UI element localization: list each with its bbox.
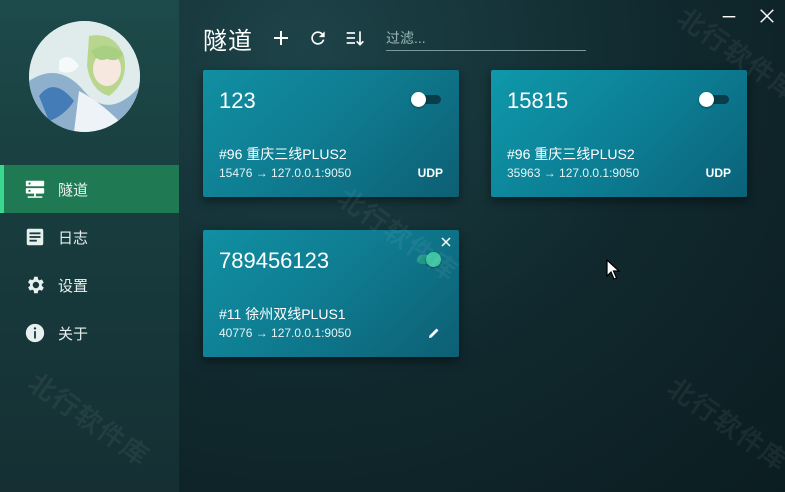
tunnel-card[interactable]: 15815 #96 重庆三线PLUS2 35963 → 127.0.0.1:90… (491, 70, 747, 197)
sidebar-item-label: 设置 (58, 277, 89, 295)
tunnel-server: #96 重庆三线PLUS2 (219, 146, 347, 162)
sidebar-nav: 隧道 日志 设置 关于 (0, 165, 179, 357)
toggle-knob (699, 92, 714, 107)
close-window-button[interactable] (757, 6, 777, 26)
page-title: 隧道 (203, 27, 253, 55)
sidebar-item-about[interactable]: 关于 (0, 309, 179, 357)
tunnel-card[interactable]: 123 #96 重庆三线PLUS2 15476 → 127.0.0.1:9050… (203, 70, 459, 197)
tunnel-route: 35963 → 127.0.0.1:9050 (507, 166, 640, 180)
refresh-button[interactable] (304, 24, 332, 52)
sort-button[interactable] (341, 24, 369, 52)
tunnel-protocol: UDP (705, 166, 731, 180)
tunnel-toggle[interactable] (411, 252, 441, 267)
tunnel-route: 40776 → 127.0.0.1:9050 (219, 326, 352, 340)
toggle-knob (426, 252, 441, 267)
minimize-button[interactable] (719, 6, 739, 26)
delete-tunnel-button[interactable] (439, 235, 453, 249)
sidebar-item-logs[interactable]: 日志 (0, 213, 179, 261)
plus-icon (274, 31, 288, 45)
pencil-icon (429, 328, 439, 338)
tunnel-name: 123 (219, 88, 256, 113)
sidebar-item-label: 隧道 (58, 181, 89, 199)
minimize-icon (722, 16, 736, 18)
tunnel-name: 15815 (507, 88, 569, 113)
sort-icon (346, 31, 364, 46)
tunnel-card[interactable]: 789456123 #11 徐州双线PLUS1 40776 → 127.0.0.… (203, 230, 459, 357)
gear-icon (24, 274, 46, 296)
app-window: 隧道 日志 设置 关于 北行软件库 隧道 过滤... 123 #96 重庆三线P… (0, 0, 785, 492)
watermark: 北行软件库 (23, 367, 156, 473)
tunnel-name: 789456123 (219, 248, 330, 273)
avatar-image (29, 21, 140, 132)
tunnel-server: #11 徐州双线PLUS1 (219, 306, 346, 322)
tunnel-route: 15476 → 127.0.0.1:9050 (219, 166, 352, 180)
toolbar: 隧道 (203, 22, 586, 55)
filter-input[interactable] (386, 25, 586, 51)
sidebar-item-label: 日志 (58, 229, 89, 247)
tunnel-toggle[interactable] (699, 92, 729, 107)
mouse-cursor-icon (606, 259, 621, 280)
tunnel-server: #96 重庆三线PLUS2 (507, 146, 635, 162)
close-icon (441, 237, 451, 247)
sidebar-item-settings[interactable]: 设置 (0, 261, 179, 309)
sidebar-item-label: 关于 (58, 325, 89, 343)
main-panel: 隧道 123 #96 重庆三线PLUS2 15476 → 127.0.0.1:9… (179, 0, 785, 492)
toggle-knob (411, 92, 426, 107)
server-icon (24, 178, 46, 200)
tunnel-protocol: UDP (417, 166, 443, 180)
edit-tunnel-button[interactable] (427, 326, 441, 340)
tunnel-toggle[interactable] (411, 92, 441, 107)
add-tunnel-button[interactable] (267, 24, 295, 52)
sidebar-item-tunnels[interactable]: 隧道 (0, 165, 179, 213)
window-controls (719, 6, 777, 26)
avatar[interactable] (29, 21, 140, 132)
close-icon (760, 9, 774, 23)
document-icon (24, 226, 46, 248)
info-icon (24, 322, 46, 344)
watermark: 北行软件库 (662, 372, 785, 478)
refresh-icon (311, 31, 325, 45)
sidebar: 隧道 日志 设置 关于 北行软件库 (0, 0, 179, 492)
